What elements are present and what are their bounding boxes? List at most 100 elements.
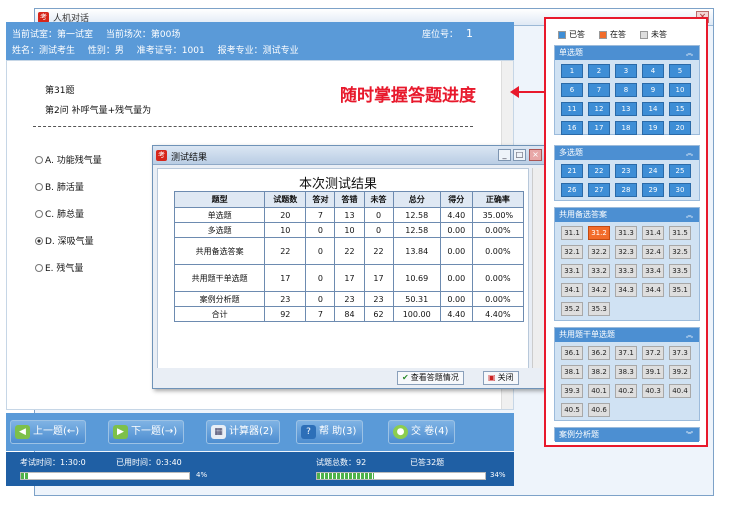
question-cell[interactable]: 3 (615, 64, 637, 78)
question-cell[interactable]: 36.1 (561, 346, 583, 360)
question-cell[interactable]: 37.3 (669, 346, 691, 360)
question-cell[interactable]: 29 (642, 183, 664, 197)
question-cell[interactable]: 27 (588, 183, 610, 197)
question-cell[interactable]: 25 (669, 164, 691, 178)
question-cell[interactable]: 31.5 (669, 226, 691, 240)
dialog-close-icon[interactable]: × (529, 149, 542, 161)
question-cell[interactable]: 32.4 (642, 245, 664, 259)
answer-option[interactable]: E. 残气量 (35, 261, 83, 274)
dialog-scrollbar[interactable] (532, 168, 543, 370)
question-cell[interactable]: 14 (642, 102, 664, 116)
collapse-chevron-icon[interactable]: ︽ (686, 328, 693, 342)
calculator-button[interactable]: ▦ 计算器(2) (206, 420, 281, 444)
question-cell[interactable]: 37.2 (642, 346, 664, 360)
question-cell[interactable]: 21 (561, 164, 583, 178)
radio-icon[interactable] (35, 182, 43, 191)
question-cell[interactable]: 31.2 (588, 226, 610, 240)
question-cell[interactable]: 35.3 (588, 302, 610, 316)
prev-button[interactable]: ◀ 上一题(←) (10, 420, 87, 444)
question-cell[interactable]: 11 (561, 102, 583, 116)
question-cell[interactable]: 34.2 (588, 283, 610, 297)
question-cell[interactable]: 20 (669, 121, 691, 135)
group-header[interactable]: 共用题干单选题 ︽ (555, 328, 699, 342)
question-cell[interactable]: 39.3 (561, 384, 583, 398)
radio-icon[interactable] (35, 236, 43, 245)
group-header[interactable]: 共用备选答案 ︽ (555, 208, 699, 222)
answer-option[interactable]: D. 深吸气量 (35, 234, 94, 247)
answer-option[interactable]: A. 功能残气量 (35, 153, 102, 166)
minimize-button[interactable]: _ (498, 149, 511, 161)
question-cell[interactable]: 37.1 (615, 346, 637, 360)
question-cell[interactable]: 8 (615, 83, 637, 97)
dialog-close-button[interactable]: ▣ 关闭 (483, 371, 519, 385)
question-cell[interactable]: 16 (561, 121, 583, 135)
maximize-button[interactable]: □ (513, 149, 526, 161)
question-cell[interactable]: 28 (615, 183, 637, 197)
radio-icon[interactable] (35, 263, 43, 272)
answer-option[interactable]: B. 肺活量 (35, 180, 84, 193)
next-button[interactable]: ▶ 下一题(→) (108, 420, 185, 444)
question-cell[interactable]: 17 (588, 121, 610, 135)
question-cell[interactable]: 2 (588, 64, 610, 78)
question-cell[interactable]: 10 (669, 83, 691, 97)
question-cell[interactable]: 34.3 (615, 283, 637, 297)
question-cell[interactable]: 34.4 (642, 283, 664, 297)
group-header[interactable]: 单选题 ︽ (555, 46, 699, 60)
question-cell[interactable]: 31.4 (642, 226, 664, 240)
question-cell[interactable]: 40.6 (588, 403, 610, 417)
question-cell[interactable]: 22 (588, 164, 610, 178)
collapse-chevron-icon[interactable]: ︽ (686, 46, 693, 60)
question-cell[interactable]: 40.3 (642, 384, 664, 398)
question-cell[interactable]: 13 (615, 102, 637, 116)
question-cell[interactable]: 7 (588, 83, 610, 97)
question-cell[interactable]: 23 (615, 164, 637, 178)
question-cell[interactable]: 1 (561, 64, 583, 78)
group-header[interactable]: 多选题 ︽ (555, 146, 699, 160)
question-cell[interactable]: 31.3 (615, 226, 637, 240)
question-cell[interactable]: 6 (561, 83, 583, 97)
question-cell[interactable]: 35.2 (561, 302, 583, 316)
answer-option[interactable]: C. 肺总量 (35, 207, 84, 220)
question-cell[interactable]: 40.5 (561, 403, 583, 417)
question-cell[interactable]: 32.5 (669, 245, 691, 259)
submit-button[interactable]: ● 交 卷(4) (388, 420, 456, 444)
question-cell[interactable]: 4 (642, 64, 664, 78)
question-cell[interactable]: 33.4 (642, 264, 664, 278)
question-cell[interactable]: 15 (669, 102, 691, 116)
question-cell[interactable]: 38.2 (588, 365, 610, 379)
question-cell[interactable]: 31.1 (561, 226, 583, 240)
question-cell[interactable]: 5 (669, 64, 691, 78)
question-cell[interactable]: 36.2 (588, 346, 610, 360)
question-cell[interactable]: 32.3 (615, 245, 637, 259)
question-cell[interactable]: 12 (588, 102, 610, 116)
question-cell[interactable]: 33.5 (669, 264, 691, 278)
question-cell[interactable]: 18 (615, 121, 637, 135)
question-cell[interactable]: 9 (642, 83, 664, 97)
radio-icon[interactable] (35, 209, 43, 218)
question-cell[interactable]: 39.1 (642, 365, 664, 379)
question-cell[interactable]: 26 (561, 183, 583, 197)
question-cell[interactable]: 33.3 (615, 264, 637, 278)
group-header[interactable]: 案例分析题 ︾ (555, 428, 699, 442)
collapse-chevron-icon[interactable]: ︽ (686, 146, 693, 160)
collapse-chevron-icon[interactable]: ︽ (686, 208, 693, 222)
question-cell[interactable]: 19 (642, 121, 664, 135)
question-cell[interactable]: 39.2 (669, 365, 691, 379)
question-cell[interactable]: 35.1 (669, 283, 691, 297)
question-cell[interactable]: 33.1 (561, 264, 583, 278)
question-cell[interactable]: 38.3 (615, 365, 637, 379)
collapse-chevron-icon[interactable]: ︾ (686, 428, 693, 442)
question-cell[interactable]: 40.4 (669, 384, 691, 398)
question-cell[interactable]: 40.1 (588, 384, 610, 398)
question-cell[interactable]: 32.1 (561, 245, 583, 259)
question-cell[interactable]: 30 (669, 183, 691, 197)
question-cell[interactable]: 32.2 (588, 245, 610, 259)
radio-icon[interactable] (35, 155, 43, 164)
question-cell[interactable]: 38.1 (561, 365, 583, 379)
question-cell[interactable]: 33.2 (588, 264, 610, 278)
view-answers-button[interactable]: ✔ 查看答题情况 (397, 371, 464, 385)
question-cell[interactable]: 40.2 (615, 384, 637, 398)
help-button[interactable]: ? 帮 助(3) (296, 420, 364, 444)
question-cell[interactable]: 24 (642, 164, 664, 178)
question-cell[interactable]: 34.1 (561, 283, 583, 297)
